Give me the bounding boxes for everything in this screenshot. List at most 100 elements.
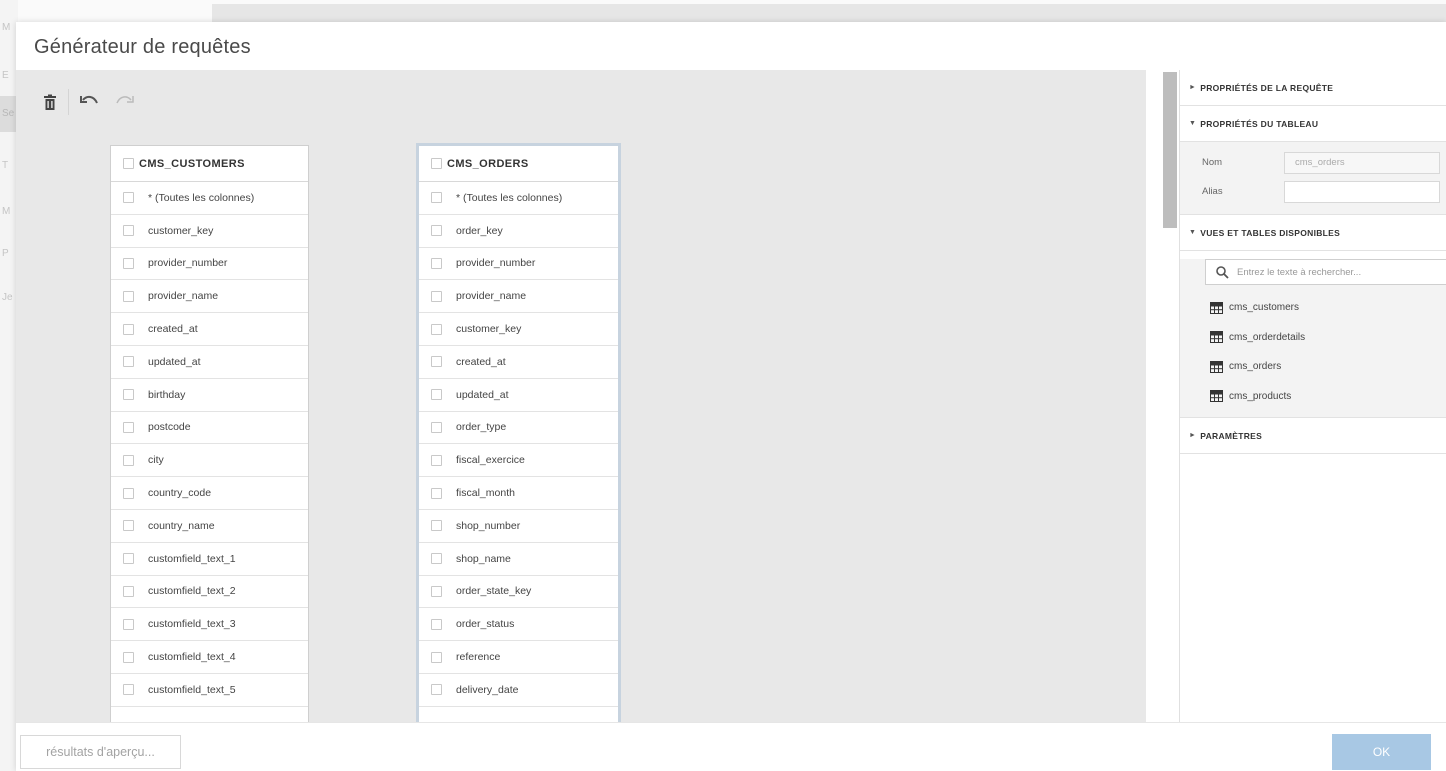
column-row[interactable]: updated_at xyxy=(111,346,308,379)
column-row[interactable]: provider_number xyxy=(419,248,618,281)
column-row[interactable]: fiscal_exercice xyxy=(419,444,618,478)
available-table-item[interactable]: cms_products xyxy=(1180,382,1446,412)
section-views-tables[interactable]: ▼ VUES ET TABLES DISPONIBLES xyxy=(1180,215,1446,251)
toolbar-separator xyxy=(68,89,69,115)
available-table-item[interactable]: cms_orderdetails xyxy=(1180,323,1446,353)
column-checkbox[interactable] xyxy=(431,553,442,565)
column-checkbox[interactable] xyxy=(123,520,134,532)
column-row[interactable]: customfield_text_4 xyxy=(111,641,308,674)
column-checkbox[interactable] xyxy=(123,651,134,663)
column-row[interactable]: created_at xyxy=(419,346,618,379)
column-row[interactable]: birthday xyxy=(111,379,308,412)
select-all-checkbox[interactable] xyxy=(123,158,134,169)
vertical-scrollbar-thumb[interactable] xyxy=(1163,72,1177,228)
column-checkbox[interactable] xyxy=(431,618,442,630)
column-checkbox[interactable] xyxy=(123,454,134,466)
column-row[interactable]: country_name xyxy=(111,510,308,543)
column-checkbox[interactable] xyxy=(123,192,134,204)
available-table-item[interactable]: cms_orders xyxy=(1180,352,1446,382)
column-checkbox[interactable] xyxy=(431,421,442,433)
column-checkbox[interactable] xyxy=(123,487,134,499)
column-row[interactable]: customfield_text_3 xyxy=(111,608,308,642)
column-name: fiscal_month xyxy=(456,487,515,500)
column-checkbox[interactable] xyxy=(431,389,442,401)
column-row[interactable]: shop_number xyxy=(419,510,618,543)
column-row[interactable]: * (Toutes les colonnes) xyxy=(419,182,618,215)
column-checkbox[interactable] xyxy=(123,585,134,597)
triangle-right-icon: ► xyxy=(1189,84,1197,91)
column-checkbox[interactable] xyxy=(123,389,134,401)
available-table-name: cms_customers xyxy=(1229,302,1300,314)
column-checkbox[interactable] xyxy=(431,323,442,335)
column-row[interactable]: customfield_text_5 xyxy=(111,674,308,707)
column-checkbox[interactable] xyxy=(123,421,134,433)
column-row[interactable]: customer_key xyxy=(111,215,308,248)
table-name: CMS_ORDERS xyxy=(447,157,529,170)
column-checkbox[interactable] xyxy=(431,454,442,466)
column-row[interactable]: customer_key xyxy=(419,313,618,346)
column-row[interactable]: postcode xyxy=(111,412,308,445)
column-name: fiscal_exercice xyxy=(456,454,525,467)
table-search-input[interactable]: Entrez le texte à rechercher... xyxy=(1205,259,1446,285)
table-card-orders[interactable]: CMS_ORDERS * (Toutes les colonnes) order_… xyxy=(416,143,621,722)
column-row[interactable]: customfield_text_2 xyxy=(111,576,308,609)
table-grid-icon xyxy=(1210,301,1223,314)
column-checkbox[interactable] xyxy=(123,323,134,335)
section-query-properties[interactable]: ► PROPRIÉTÉS DE LA REQUÊTE xyxy=(1180,70,1446,106)
dialog-footer: résultats d'aperçu... OK xyxy=(16,722,1446,771)
column-checkbox[interactable] xyxy=(431,585,442,597)
select-all-checkbox[interactable] xyxy=(431,158,442,169)
column-checkbox[interactable] xyxy=(431,520,442,532)
column-checkbox[interactable] xyxy=(123,684,134,696)
column-row[interactable]: shop_name xyxy=(419,543,618,576)
section-table-properties[interactable]: ▼ PROPRIÉTÉS DU TABLEAU xyxy=(1180,106,1446,142)
design-canvas[interactable]: CMS_CUSTOMERS * (Toutes les colonnes) cus… xyxy=(16,70,1146,722)
column-checkbox[interactable] xyxy=(123,553,134,565)
column-row[interactable]: country_code xyxy=(111,477,308,510)
column-checkbox[interactable] xyxy=(123,225,134,237)
column-checkbox[interactable] xyxy=(431,192,442,204)
available-table-item[interactable]: cms_customers xyxy=(1180,293,1446,323)
column-row[interactable]: order_key xyxy=(419,215,618,248)
column-row[interactable]: reference xyxy=(419,641,618,674)
column-name: order_state_key xyxy=(456,585,532,598)
column-checkbox[interactable] xyxy=(431,356,442,368)
ok-button[interactable]: OK xyxy=(1332,734,1431,770)
column-checkbox[interactable] xyxy=(123,618,134,630)
column-checkbox[interactable] xyxy=(431,290,442,302)
column-row[interactable]: created_at xyxy=(111,313,308,346)
column-row[interactable]: order_state_key xyxy=(419,576,618,609)
column-name: customfield_text_1 xyxy=(148,552,236,565)
column-checkbox[interactable] xyxy=(123,356,134,368)
column-checkbox[interactable] xyxy=(431,225,442,237)
column-checkbox[interactable] xyxy=(431,651,442,663)
bg-nav-item: Je xyxy=(2,292,13,303)
undo-icon[interactable] xyxy=(77,90,101,114)
column-row[interactable]: order_status xyxy=(419,608,618,642)
available-tables-list: cms_customers cms_orderdetails cms_orders c… xyxy=(1180,293,1446,411)
redo-icon[interactable] xyxy=(113,90,137,114)
column-row[interactable]: provider_name xyxy=(419,280,618,314)
preview-results-button[interactable]: résultats d'aperçu... xyxy=(20,735,181,769)
column-name: customfield_text_2 xyxy=(148,585,236,598)
column-row[interactable]: delivery_date xyxy=(419,674,618,707)
column-row[interactable]: fiscal_month xyxy=(419,477,618,510)
column-checkbox[interactable] xyxy=(431,257,442,269)
column-row[interactable]: city xyxy=(111,444,308,478)
column-checkbox[interactable] xyxy=(431,487,442,499)
column-row[interactable]: provider_number xyxy=(111,248,308,281)
column-checkbox[interactable] xyxy=(123,257,134,269)
column-name: birthday xyxy=(148,388,186,401)
alias-field[interactable] xyxy=(1284,180,1440,203)
section-parameters[interactable]: ► PARAMÈTRES xyxy=(1180,418,1446,454)
column-row[interactable]: order_type xyxy=(419,412,618,445)
vertical-scrollbar[interactable] xyxy=(1161,70,1179,720)
column-row[interactable]: * (Toutes les colonnes) xyxy=(111,182,308,215)
column-checkbox[interactable] xyxy=(431,684,442,696)
trash-icon[interactable] xyxy=(38,90,62,114)
column-row[interactable]: updated_at xyxy=(419,379,618,412)
column-checkbox[interactable] xyxy=(123,290,134,302)
column-row[interactable]: customfield_text_1 xyxy=(111,543,308,576)
column-row[interactable]: provider_name xyxy=(111,280,308,314)
table-card-customers[interactable]: CMS_CUSTOMERS * (Toutes les colonnes) cus… xyxy=(110,145,309,722)
